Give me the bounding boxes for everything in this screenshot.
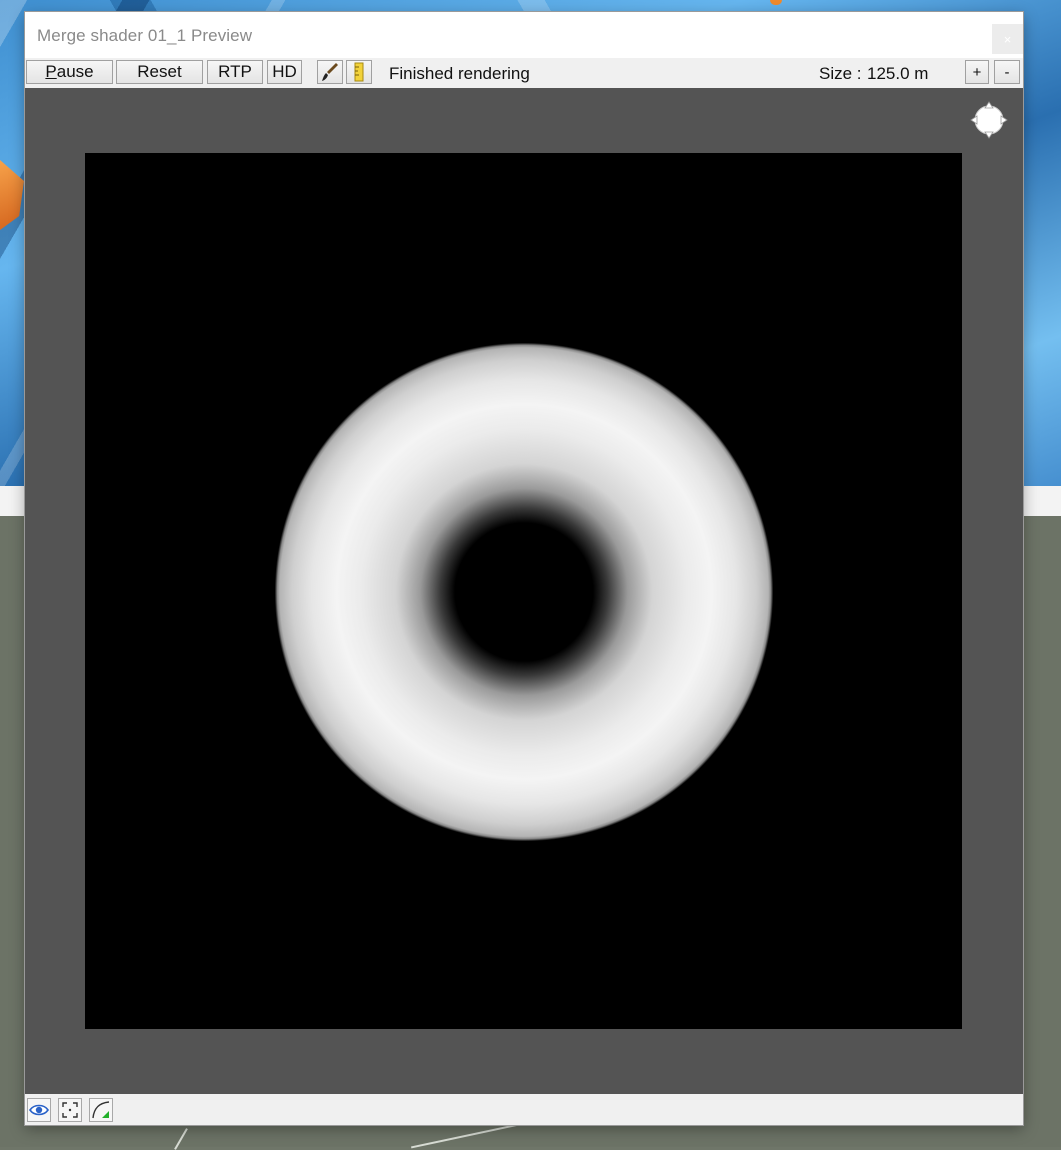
size-value: 125.0 m xyxy=(867,64,929,83)
pause-button[interactable]: Pause xyxy=(26,60,113,84)
pause-button-label: ause xyxy=(56,62,94,81)
frame-icon xyxy=(62,1102,78,1118)
hd-button-label: HD xyxy=(272,62,297,81)
reset-button[interactable]: Reset xyxy=(116,60,203,84)
status-text: Finished rendering xyxy=(389,64,530,83)
size-label: Size : xyxy=(819,64,862,83)
bottom-toolbar xyxy=(25,1094,1023,1125)
zoom-out-button[interactable]: - xyxy=(994,60,1020,84)
zoom-in-button[interactable]: + xyxy=(965,60,989,84)
eye-button[interactable] xyxy=(27,1098,51,1122)
curve-button[interactable] xyxy=(89,1098,113,1122)
brush-icon xyxy=(322,63,338,81)
ruler-icon xyxy=(354,62,364,82)
curve-icon xyxy=(92,1101,110,1119)
plus-icon: + xyxy=(972,63,982,81)
brush-button[interactable] xyxy=(317,60,343,84)
hd-button[interactable]: HD xyxy=(267,60,302,84)
navigate-icon[interactable] xyxy=(969,100,1009,140)
close-icon: × xyxy=(1003,31,1012,47)
toolbar: Pause Reset RTP HD Finished rendering Si… xyxy=(25,58,1023,88)
title-bar[interactable]: Merge shader 01_1 Preview × xyxy=(25,12,1023,58)
rtp-button-label: RTP xyxy=(218,62,252,81)
pause-button-mnemonic: P xyxy=(45,62,57,81)
frame-button[interactable] xyxy=(58,1098,82,1122)
close-button[interactable]: × xyxy=(992,24,1023,54)
ruler-button[interactable] xyxy=(346,60,372,84)
preview-window: Merge shader 01_1 Preview × Pause Reset … xyxy=(25,12,1023,1125)
rendered-torus xyxy=(176,242,872,942)
reset-button-label: Reset xyxy=(137,62,182,81)
minus-icon: - xyxy=(1004,63,1010,81)
preview-viewport[interactable] xyxy=(25,88,1023,1094)
window-title: Merge shader 01_1 Preview xyxy=(37,26,253,45)
render-canvas[interactable] xyxy=(85,153,962,1029)
rtp-button[interactable]: RTP xyxy=(207,60,263,84)
eye-icon xyxy=(29,1104,49,1116)
